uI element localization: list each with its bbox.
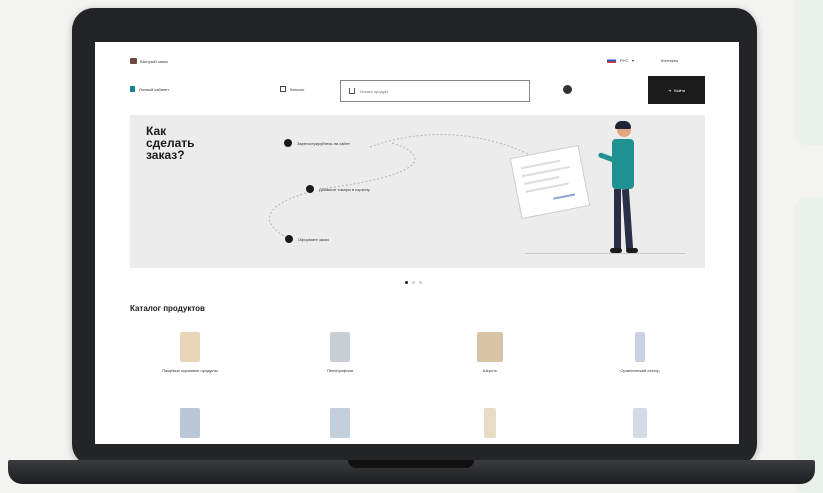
product-image bbox=[330, 332, 350, 362]
step-3: Оформите заказ bbox=[285, 235, 329, 243]
order-form-illustration bbox=[509, 144, 591, 220]
product-image bbox=[484, 408, 496, 438]
language-label: РУС bbox=[620, 58, 629, 63]
step-2-label: Добавьте товары в корзину bbox=[319, 186, 370, 192]
step-1: Зарегистрируйтесь на сайте bbox=[284, 139, 350, 147]
product-label: Органический сектор bbox=[620, 368, 660, 373]
login-icon: ⇥ bbox=[667, 87, 672, 93]
product-image bbox=[633, 408, 647, 438]
product-image bbox=[180, 408, 200, 438]
product-image bbox=[635, 332, 645, 362]
background-panel-bottom bbox=[795, 198, 823, 493]
product-card[interactable] bbox=[435, 408, 545, 444]
home-icon bbox=[349, 88, 355, 94]
background-panel-top bbox=[795, 0, 823, 145]
catalog-title: Каталог продуктов bbox=[130, 304, 205, 313]
carousel-dot[interactable] bbox=[405, 281, 408, 284]
product-card[interactable] bbox=[135, 408, 245, 444]
logo-text: Быстрый заказ bbox=[140, 58, 168, 64]
product-label: Пенопрофили bbox=[326, 368, 354, 373]
product-card[interactable] bbox=[285, 408, 395, 444]
product-card[interactable]: Шерсть bbox=[435, 332, 545, 373]
search-box[interactable] bbox=[340, 80, 530, 102]
person-illustration-hair bbox=[615, 121, 631, 129]
search-input[interactable] bbox=[360, 88, 510, 94]
cart-icon[interactable] bbox=[563, 85, 572, 94]
carousel-dot[interactable] bbox=[412, 281, 415, 284]
login-button[interactable]: ⇥ Войти bbox=[648, 76, 705, 104]
product-card[interactable]: Пищевые кормовые продукты bbox=[135, 332, 245, 373]
account-link[interactable]: Личный кабинет bbox=[130, 86, 169, 92]
carousel-dot[interactable] bbox=[419, 281, 422, 284]
carousel-dots bbox=[405, 281, 422, 284]
account-label: Личный кабинет bbox=[139, 86, 170, 92]
person-illustration-shoe bbox=[626, 248, 638, 253]
account-icon bbox=[130, 86, 135, 92]
contacts-link[interactable]: Контакты bbox=[661, 58, 678, 63]
chevron-down-icon: ▾ bbox=[632, 58, 635, 63]
site-logo[interactable]: Быстрый заказ bbox=[130, 58, 168, 64]
step-3-label: Оформите заказ bbox=[298, 236, 329, 242]
product-label: Шерсть bbox=[482, 368, 498, 373]
grid-icon bbox=[280, 86, 286, 92]
language-switcher[interactable]: РУС ▾ bbox=[607, 58, 634, 63]
catalog-label: Каталог bbox=[290, 86, 305, 92]
person-illustration-leg bbox=[614, 189, 621, 249]
product-card[interactable]: Пенопрофили bbox=[285, 332, 395, 373]
step-3-dot bbox=[285, 235, 293, 243]
catalog-button[interactable]: Каталог bbox=[280, 86, 305, 92]
logo-mark-icon bbox=[130, 58, 137, 64]
how-to-order-banner[interactable]: Как сделать заказ? Зарегистрируйтесь на … bbox=[130, 115, 705, 268]
step-1-label: Зарегистрируйтесь на сайте bbox=[297, 140, 350, 146]
floor-line bbox=[525, 253, 685, 254]
step-2-dot bbox=[306, 185, 314, 193]
laptop-notch bbox=[348, 460, 474, 468]
product-image bbox=[180, 332, 200, 362]
product-label: Пищевые кормовые продукты bbox=[162, 368, 218, 373]
laptop-screen: Быстрый заказ РУС ▾ Контакты Личный каби… bbox=[95, 42, 739, 444]
product-card[interactable]: Органический сектор bbox=[585, 332, 695, 373]
person-illustration-shoe bbox=[610, 248, 622, 253]
step-1-dot bbox=[284, 139, 292, 147]
person-illustration-body bbox=[612, 139, 634, 189]
product-image bbox=[477, 332, 503, 362]
product-image bbox=[330, 408, 350, 438]
step-2: Добавьте товары в корзину bbox=[306, 185, 370, 193]
flag-icon bbox=[607, 58, 616, 63]
product-card[interactable] bbox=[585, 408, 695, 444]
login-label: Войти bbox=[674, 87, 686, 93]
